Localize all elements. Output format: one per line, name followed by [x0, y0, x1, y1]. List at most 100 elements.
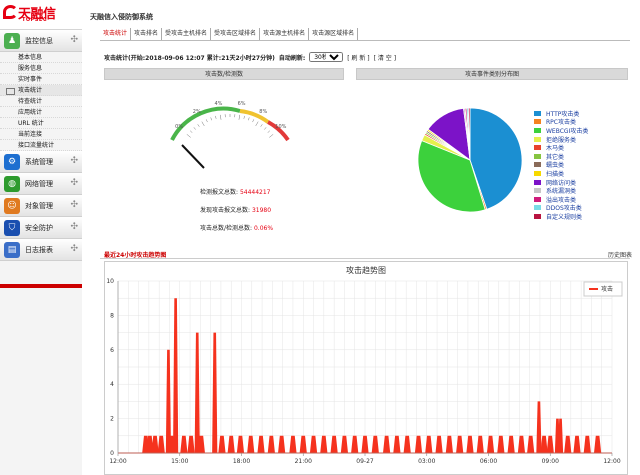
sidebar-item-realtime-events[interactable]: 实时事件	[0, 74, 82, 85]
monitor-icon: ♟	[4, 32, 20, 49]
logo-en: TOPSEC	[22, 17, 48, 23]
sidebar-item-app-stats[interactable]: 应用统计	[0, 107, 82, 118]
attack-category-pie	[417, 107, 523, 213]
menu-group-network[interactable]: ◍ 网络管理 ✣	[0, 173, 82, 195]
legend-item[interactable]: 拒绝服务类	[534, 135, 588, 144]
pie-legend: HTTP攻击类 RPC攻击类 WEBCGI攻击类 拒绝服务类 木马类 其它类 蠕虫类 扫描类网…	[534, 109, 588, 221]
legend-label: 自定义规则类	[546, 213, 583, 221]
gauge-tick	[269, 134, 274, 138]
y-tick-label: 2	[110, 416, 114, 423]
x-tick-label: 06:00	[480, 458, 497, 465]
menu-group-log[interactable]: ▤ 日志报表 ✣	[0, 239, 82, 261]
legend-swatch	[534, 205, 541, 211]
tab-source-area-rank[interactable]: 攻击源区域排名	[309, 28, 359, 40]
tab-victim-area-rank[interactable]: 受攻击区域排名	[211, 28, 261, 40]
x-tick-label: 12:00	[109, 458, 126, 465]
gauge-tick	[219, 114, 222, 120]
clear-button[interactable]: [ 清 空 ]	[374, 53, 396, 62]
menu-group-system[interactable]: ⚙ 系统管理 ✣	[0, 151, 82, 173]
gauge-tick	[193, 127, 196, 130]
detected-value: 54444217	[239, 189, 271, 196]
gauge-tick	[243, 115, 245, 119]
sidebar-item-service-info[interactable]: 服务信息	[0, 63, 82, 74]
refresh-label: 自动刷新:	[278, 54, 306, 62]
legend-item[interactable]: 网络访问类	[534, 178, 588, 187]
gauge-tick	[210, 117, 212, 121]
legend-item[interactable]: 自定义规则类	[534, 212, 588, 221]
gauge-tick	[238, 114, 241, 120]
legend-swatch	[534, 162, 541, 168]
legend-swatch	[534, 127, 541, 133]
tab-victim-host-rank[interactable]: 受攻击主机排名	[162, 28, 212, 40]
gauge-tick	[215, 115, 217, 119]
legend-swatch	[534, 136, 541, 142]
logo-area: 天融信 TOPSEC	[0, 0, 82, 30]
legend-item[interactable]: HTTP攻击类	[534, 109, 588, 118]
gauge-tick-label: 10%	[275, 124, 286, 130]
legend-swatch	[534, 188, 541, 194]
tab-attack-rank[interactable]: 攻击排名	[131, 28, 163, 40]
attack-ratio-gauge: 0% 2% 4% 6% 8% 10%	[170, 101, 290, 169]
legend-item[interactable]: 木马类	[534, 143, 588, 152]
expand-icon[interactable]: ✣	[70, 222, 78, 232]
expand-icon[interactable]: ✣	[70, 244, 78, 254]
y-tick-label: 6	[110, 347, 114, 354]
attack-trend-chart: 攻击趋势图 0 2 4 6 8 10 12:00 15:00 18:00 21:00 09-27 03…	[104, 261, 628, 475]
legend-item[interactable]: RPC攻击类	[534, 118, 588, 126]
legend-item[interactable]: 蠕虫类	[534, 161, 588, 169]
chart-title: 攻击趋势图	[346, 265, 386, 275]
legend-item[interactable]: WEBCGI攻击类	[534, 126, 588, 135]
legend-item[interactable]: 溢出攻击类	[534, 195, 588, 204]
detected-label: 检测报文总数:	[200, 189, 239, 196]
menu-group-object[interactable]: ☺ 对象管理 ✣	[0, 195, 82, 217]
gauge-panel-title: 攻击数/检测数	[104, 68, 344, 80]
legend-item[interactable]: 其它类	[534, 152, 588, 161]
gauge-tick	[264, 127, 267, 130]
ratio-value: 0.06%	[253, 225, 274, 232]
menu-group-label: 安全防护	[25, 223, 53, 232]
menu-group-security[interactable]: ⛉ 安全防护 ✣	[0, 217, 82, 239]
sidebar-item-basic-info[interactable]: 基本信息	[0, 52, 82, 63]
x-tick-label: 18:00	[233, 458, 250, 465]
x-tick-label: 09:00	[542, 458, 559, 465]
topsec-logo-icon	[3, 5, 18, 19]
x-tick-label: 12:00	[603, 458, 620, 465]
legend-swatch	[534, 213, 541, 219]
tab-source-host-rank[interactable]: 攻击源主机排名	[260, 28, 310, 40]
sidebar-bottom-bar	[0, 284, 82, 288]
sidebar-item-attack-stats[interactable]: 攻击统计	[0, 85, 82, 96]
user-icon: ☺	[4, 197, 20, 214]
expand-icon[interactable]: ✣	[70, 156, 78, 166]
expand-icon[interactable]: ✣	[70, 200, 78, 210]
sidebar-item-pending-stats[interactable]: 待查统计	[0, 96, 82, 107]
expand-icon[interactable]: ✣	[70, 178, 78, 188]
tab-bar: 攻击统计 攻击排名 受攻击主机排名 受攻击区域排名 攻击源主机排名 攻击源区域排…	[100, 28, 359, 40]
chart-legend: 攻击	[583, 281, 623, 297]
main-content: 攻击统计 攻击排名 受攻击主机排名 受攻击区域排名 攻击源主机排名 攻击源区域排…	[100, 0, 640, 475]
x-tick-label: 09-27	[356, 458, 374, 465]
expand-icon[interactable]: ✣	[70, 35, 78, 45]
legend-item[interactable]: 扫描类	[534, 169, 588, 178]
legend-item[interactable]: 系统漏洞类	[534, 186, 588, 195]
menu-group-monitor[interactable]: ♟ 监控信息 ✣	[0, 30, 82, 52]
menu-group-label: 对象管理	[25, 201, 53, 210]
refresh-button[interactable]: [ 刷 新 ]	[347, 53, 369, 62]
legend-swatch	[534, 110, 541, 116]
tab-attack-stats[interactable]: 攻击统计	[100, 28, 132, 40]
legend-item[interactable]: DDOS攻击类	[534, 204, 588, 212]
report-icon: ▤	[4, 241, 20, 258]
refresh-interval-select[interactable]: 30秒	[309, 52, 344, 62]
y-tick-label: 4	[110, 381, 114, 388]
gauge-tick	[248, 117, 250, 121]
found-value: 31980	[251, 207, 272, 214]
sidebar-item-url-stats[interactable]: URL 统计	[0, 118, 82, 129]
gauge-tick-label: 2%	[193, 109, 201, 115]
gauge-tick	[197, 124, 200, 127]
y-tick-label: 0	[110, 450, 114, 457]
ratio-total: 攻击总数/检测总数: 0.06%	[200, 223, 273, 232]
gauge-tick-label: 6%	[238, 101, 246, 107]
sidebar-item-connections[interactable]: 当前连接	[0, 129, 82, 140]
gauge-needle	[181, 144, 205, 169]
sidebar-menu: ♟ 监控信息 ✣ 基本信息 服务信息 实时事件 攻击统计 待查统计 应用统计 U…	[0, 30, 82, 261]
sidebar-item-interface-traffic[interactable]: 接口流量统计	[0, 140, 82, 151]
